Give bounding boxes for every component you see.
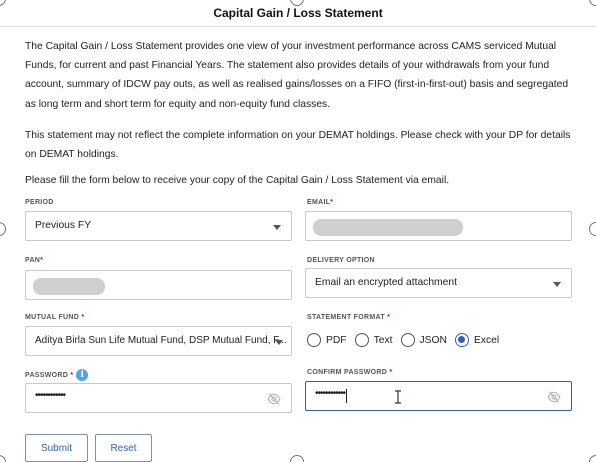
chevron-down-icon [273,225,281,230]
caret-cursor [346,389,347,403]
confirm-password-field[interactable]: •••••••••••• [305,381,572,411]
radio-circle-selected[interactable] [454,333,469,347]
delivery-option-value: Email an encrypted attachment [315,277,457,288]
email-field[interactable] [305,211,572,241]
format-option-excel[interactable]: Excel [454,333,500,347]
password-masked-value: •••••••••••• [35,390,66,401]
eye-off-icon[interactable] [267,392,281,406]
mutual-fund-value: Aditya Birla Sun Life Mutual Fund, DSP M… [35,335,287,346]
statement-form-page: Capital Gain / Loss Statement The Capita… [0,0,596,462]
delivery-option-label: DELIVERY OPTION [307,257,375,264]
pan-field[interactable] [25,270,292,300]
radio-label: Text [373,334,393,346]
statement-format-radio-group: PDF Text JSON Excel [307,333,507,347]
text-cursor-icon [395,390,401,404]
password-label: PASSWORD * i [25,369,89,381]
corner-hole-decoration [290,455,304,462]
password-field[interactable]: •••••••••••• [25,383,292,413]
email-label: EMAIL* [307,199,334,206]
eye-off-icon[interactable] [547,390,561,404]
format-option-json[interactable]: JSON [400,333,447,347]
mutual-fund-label: MUTUAL FUND * [25,314,85,321]
confirm-password-masked-value: •••••••••••• [315,388,346,399]
demat-note-paragraph: This statement may not reflect the compl… [25,130,571,161]
corner-hole-decoration [589,455,596,462]
chevron-down-icon [275,340,283,345]
radio-circle[interactable] [307,333,321,347]
reset-button[interactable]: Reset [95,434,152,462]
format-option-pdf[interactable]: PDF [307,333,347,347]
radio-label: PDF [326,334,347,346]
submit-button[interactable]: Submit [25,434,88,462]
info-icon[interactable]: i [76,369,89,381]
redacted-pan [33,278,105,295]
intro-paragraph: The Capital Gain / Loss Statement provid… [25,41,569,110]
instruction-paragraph: Please fill the form below to receive yo… [25,175,450,186]
delivery-option-select[interactable]: Email an encrypted attachment [305,268,572,298]
radio-circle[interactable] [400,333,415,347]
period-label: PERIOD [25,199,54,206]
radio-circle[interactable] [354,333,369,347]
confirm-password-label: CONFIRM PASSWORD * [307,369,393,376]
format-option-text[interactable]: Text [354,333,393,347]
corner-hole-decoration [589,222,596,236]
radio-label: JSON [419,334,447,346]
page-header: Capital Gain / Loss Statement [0,0,596,27]
corner-hole-decoration [0,455,6,462]
statement-format-label: STATEMENT FORMAT * [307,314,391,321]
period-select[interactable]: Previous FY [25,211,292,241]
chevron-down-icon [553,282,561,287]
period-value: Previous FY [35,220,92,231]
radio-label: Excel [473,334,500,346]
pan-label: PAN* [25,257,44,264]
mutual-fund-select[interactable]: Aditya Birla Sun Life Mutual Fund, DSP M… [25,326,292,356]
redacted-email [313,219,463,236]
corner-hole-decoration [0,222,6,236]
page-title: Capital Gain / Loss Statement [213,6,383,20]
